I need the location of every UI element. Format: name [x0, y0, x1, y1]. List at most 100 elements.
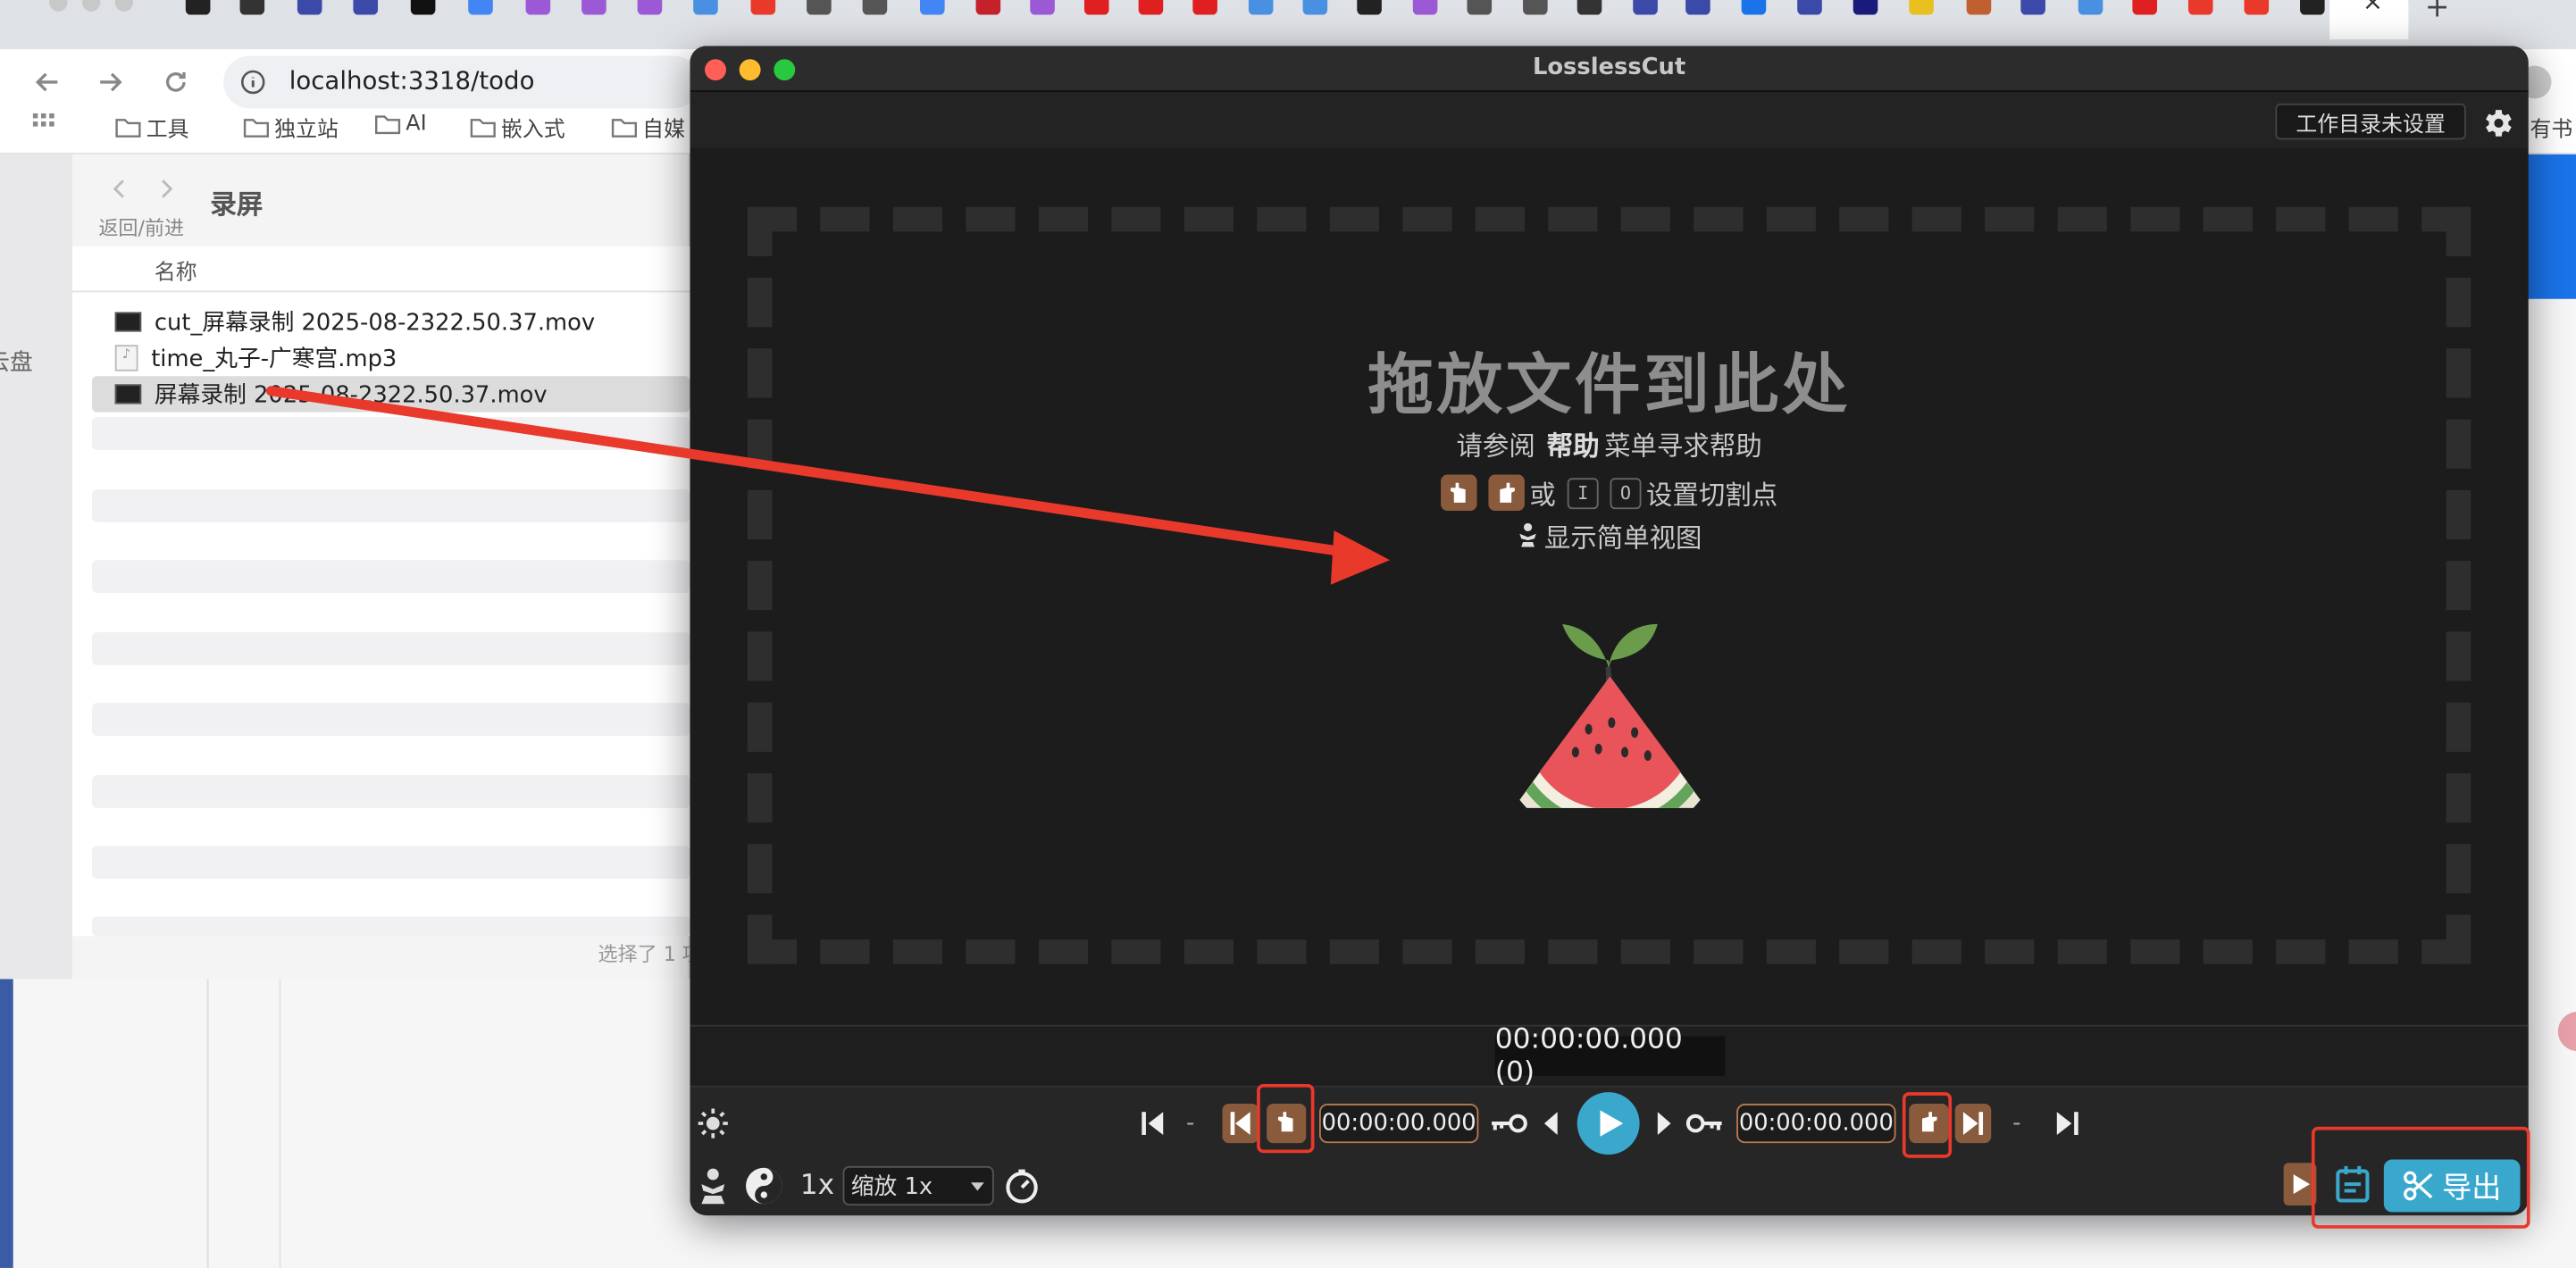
play-button[interactable]	[1577, 1092, 1640, 1155]
tab-favicon[interactable]	[1248, 0, 1274, 15]
tab-favicon[interactable]	[2187, 0, 2213, 15]
tab-favicon[interactable]	[1797, 0, 1822, 15]
tab-favicon[interactable]	[2300, 0, 2325, 15]
empty-row	[92, 417, 690, 450]
jump-end-icon[interactable]	[2053, 1109, 2079, 1139]
audio-file-icon: ♪	[114, 345, 138, 371]
reload-icon[interactable]	[161, 67, 190, 96]
bookmark-folder-tools[interactable]: 工具	[115, 112, 189, 143]
settings-gear-icon[interactable]	[2480, 105, 2515, 141]
tab-favicon[interactable]	[353, 0, 379, 15]
tab-favicon[interactable]	[297, 0, 322, 15]
drop-zone[interactable]	[747, 206, 2471, 964]
finder-window: 云盘 返回/前进 录屏 名称 cut_屏幕录制 2025-08-2322.50.…	[0, 154, 702, 980]
tab-favicon[interactable]	[239, 0, 265, 15]
tab-favicon[interactable]	[862, 0, 888, 15]
tab-favicon[interactable]	[185, 0, 211, 15]
tab-favicon[interactable]	[1412, 0, 1438, 15]
page-divider	[279, 979, 281, 1268]
list-item-selected[interactable]: 屏幕录制 2025-08-2322.50.37.mov	[92, 376, 690, 413]
page-blue-panel	[2526, 154, 2576, 299]
previous-frame-icon[interactable]	[1541, 1110, 1560, 1136]
key-o: O	[1610, 477, 1642, 509]
bookmark-folder-indie[interactable]: 独立站	[243, 112, 339, 143]
playback-speed[interactable]: 1x	[800, 1170, 834, 1203]
tab-favicon[interactable]	[525, 0, 551, 15]
tab-favicon[interactable]	[1853, 0, 1878, 15]
tab-favicon[interactable]	[1030, 0, 1055, 15]
end-dash: -	[2012, 1110, 2021, 1137]
annotation-box-end	[1902, 1092, 1953, 1158]
page-floating-avatar[interactable]	[2557, 1012, 2576, 1052]
tab-favicon[interactable]	[1357, 0, 1382, 15]
back-arrow-icon[interactable]	[33, 67, 63, 96]
tab-favicon[interactable]	[410, 0, 436, 15]
speedometer-icon[interactable]	[1004, 1168, 1040, 1204]
set-start-hand-icon[interactable]	[1441, 474, 1477, 512]
tab-favicon[interactable]	[1467, 0, 1493, 15]
tab-favicon[interactable]	[1192, 0, 1217, 15]
simple-mode-baby-icon[interactable]	[698, 1168, 728, 1207]
tab-favicon[interactable]	[2020, 0, 2045, 15]
workdir-button[interactable]: 工作目录未设置	[2275, 103, 2466, 140]
simple-view-hint[interactable]: 显示简单视图	[690, 516, 2529, 555]
tab-favicon[interactable]	[1302, 0, 1328, 15]
tab-favicon[interactable]	[1633, 0, 1658, 15]
cut-start-time-field[interactable]: 00:00:00.000	[1318, 1104, 1479, 1144]
jump-cut-start-button[interactable]	[1222, 1104, 1259, 1144]
bookmark-folder-embedded[interactable]: 嵌入式	[470, 112, 565, 143]
tab-favicon[interactable]	[1685, 0, 1710, 15]
tab-favicon[interactable]	[750, 0, 776, 15]
column-header-name[interactable]: 名称	[155, 254, 197, 286]
list-item[interactable]: ♪ time_丸子-广寒宫.mp3	[92, 340, 690, 376]
tab-close-icon[interactable]: ×	[2363, 0, 2383, 16]
new-tab-button[interactable]: +	[2425, 0, 2450, 25]
tab-favicon[interactable]	[693, 0, 718, 15]
url-text[interactable]: localhost:3318/todo	[289, 66, 535, 96]
active-tab[interactable]: ×	[2329, 0, 2409, 40]
tab-favicon[interactable]	[581, 0, 606, 15]
tab-favicon[interactable]	[975, 0, 1001, 15]
back-chevron-icon[interactable]	[108, 178, 131, 201]
tab-favicon[interactable]	[1083, 0, 1109, 15]
drop-title: 拖放文件到此处	[1367, 347, 1851, 424]
folder-icon	[115, 119, 141, 138]
tab-favicon[interactable]	[1909, 0, 1934, 15]
set-end-hand-icon[interactable]	[1488, 474, 1525, 512]
forward-chevron-icon[interactable]	[155, 178, 178, 201]
tab-favicon[interactable]	[2132, 0, 2158, 15]
baby-icon	[1519, 522, 1536, 547]
tab-favicon[interactable]	[1966, 0, 1992, 15]
tab-favicon[interactable]	[637, 0, 663, 15]
tab-favicon[interactable]	[807, 0, 832, 15]
losslesscut-window: LosslessCut 工作目录未设置 拖放文件到此处 请参阅 帮助 菜单寻求帮…	[690, 46, 2529, 1216]
tab-favicon[interactable]	[1138, 0, 1164, 15]
tab-favicon[interactable]	[2078, 0, 2103, 15]
zoom-select[interactable]: 缩放 1x	[842, 1165, 994, 1206]
tab-favicon[interactable]	[920, 0, 945, 15]
address-bar[interactable]: localhost:3318/todo	[223, 55, 700, 109]
tab-favicon[interactable]	[2244, 0, 2270, 15]
tab-favicon[interactable]	[1577, 0, 1602, 15]
bookmark-folder-media[interactable]: 自媒	[611, 112, 685, 143]
sidebar-item-cloud[interactable]: 云盘	[0, 345, 33, 378]
apps-grid-icon[interactable]	[32, 113, 56, 137]
forward-arrow-icon[interactable]	[96, 67, 125, 96]
bookmarks-right-label[interactable]: 有书	[2530, 112, 2573, 143]
tab-favicon[interactable]	[1741, 0, 1767, 15]
annotation-box-start	[1257, 1083, 1315, 1154]
settings-sun-icon[interactable]	[697, 1107, 730, 1140]
info-icon[interactable]	[240, 69, 266, 95]
bookmark-folder-ai[interactable]: AI	[374, 112, 427, 137]
tab-favicon[interactable]	[468, 0, 493, 15]
key-icon[interactable]	[1685, 1110, 1725, 1136]
close-dot	[49, 0, 68, 12]
key-icon[interactable]	[1488, 1110, 1527, 1136]
cut-end-time-field[interactable]: 00:00:00.000	[1736, 1104, 1896, 1144]
jump-start-icon[interactable]	[1140, 1109, 1166, 1139]
theme-yin-yang-icon[interactable]	[744, 1166, 783, 1205]
next-frame-icon[interactable]	[1654, 1110, 1674, 1136]
tab-favicon[interactable]	[1523, 0, 1548, 15]
list-item[interactable]: cut_屏幕录制 2025-08-2322.50.37.mov	[92, 304, 690, 339]
jump-cut-end-button[interactable]	[1954, 1104, 1992, 1144]
